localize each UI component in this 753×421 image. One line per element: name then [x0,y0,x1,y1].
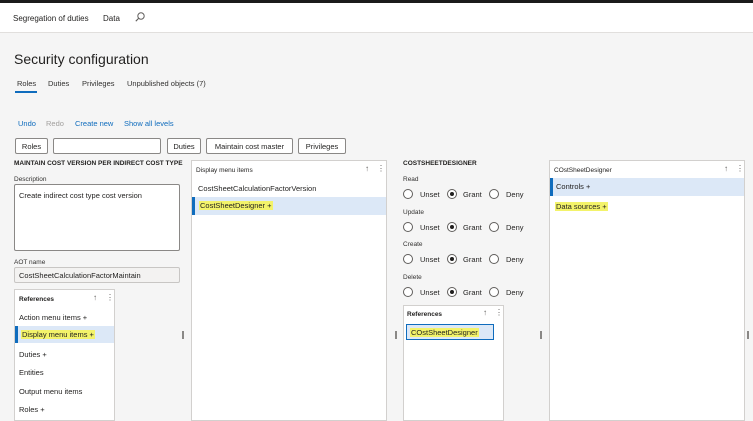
create-unset-label: Unset [420,255,440,264]
references-title: References [19,296,55,303]
more-options-icon[interactable]: ⋮ [377,164,385,173]
display-item-costsheetcalculationfactorversion[interactable]: CostSheetCalculationFactorVersion [198,184,316,193]
costsheetdesigner-panel-title: COstSheetDesigner [554,167,612,174]
redo-button[interactable]: Redo [46,119,64,128]
create-unset-radio[interactable] [403,254,413,264]
show-all-levels-button[interactable]: Show all levels [124,119,174,128]
update-unset-radio[interactable] [403,222,413,232]
sort-icon[interactable]: ↑ [365,164,369,173]
reference-item-entities[interactable]: Entities [19,368,44,377]
reference-item-roles[interactable]: Roles + [19,405,45,414]
display-menu-items-title: Display menu items [196,167,253,174]
update-deny-label: Deny [506,223,524,232]
delete-label: Delete [403,274,422,281]
tab-roles[interactable]: Roles [17,79,36,88]
read-grant-label: Grant [463,190,482,199]
privileges-button[interactable]: Privileges [298,138,346,154]
data-sources-item[interactable]: Data sources + [555,202,608,211]
access-references-panel: References ↑ ⋮ COstSheetDesigner [403,305,504,421]
delete-unset-radio[interactable] [403,287,413,297]
description-label: Description [14,176,47,183]
update-grant-radio[interactable] [447,222,457,232]
update-deny-radio[interactable] [489,222,499,232]
aot-name-field: CostSheetCalculationFactorMaintain [14,267,180,283]
more-options-icon[interactable]: ⋮ [495,308,503,317]
delete-grant-radio[interactable] [447,287,457,297]
access-heading: COSTSHEETDESIGNER [403,160,477,167]
tab-unpublished-objects[interactable]: Unpublished objects (7) [127,79,206,88]
create-new-button[interactable]: Create new [75,119,113,128]
description-field[interactable]: Create indirect cost type cost version [14,184,180,251]
more-options-icon[interactable]: ⋮ [736,164,744,173]
display-menu-items-panel: Display menu items ↑ ⋮ CostSheetCalculat… [191,160,387,421]
reference-item-duties[interactable]: Duties + [19,350,47,359]
controls-item: Controls + [556,182,591,191]
reference-item-selected-row[interactable]: Display menu items + [15,326,114,343]
maintain-cost-master-button[interactable]: Maintain cost master [206,138,293,154]
page-title: Security configuration [14,51,149,67]
aot-name-label: AOT name [14,259,46,266]
read-unset-label: Unset [420,190,440,199]
display-item-selected-row[interactable]: CostSheetDesigner + [192,197,386,215]
resize-handle-left[interactable] [182,331,184,339]
duties-button[interactable]: Duties [167,138,201,154]
access-reference-costsheetdesigner: COstSheetDesigner [410,328,479,337]
read-deny-radio[interactable] [489,189,499,199]
read-deny-label: Deny [506,190,524,199]
delete-deny-label: Deny [506,288,524,297]
sort-icon[interactable]: ↑ [93,293,97,302]
access-references-title: References [407,311,443,318]
sort-icon[interactable]: ↑ [724,164,728,173]
create-deny-label: Deny [506,255,524,264]
reference-item-action-menu-items[interactable]: Action menu items + [19,313,87,322]
delete-grant-label: Grant [463,288,482,297]
resize-handle-far-right[interactable] [747,331,749,339]
left-references-panel: References ↑ ⋮ Action menu items + Displ… [14,289,115,421]
read-grant-radio[interactable] [447,189,457,199]
resize-handle-right[interactable] [540,331,542,339]
update-unset-label: Unset [420,223,440,232]
create-deny-radio[interactable] [489,254,499,264]
create-label: Create [403,241,423,248]
aot-name-value: CostSheetCalculationFactorMaintain [19,271,141,280]
reference-item-display-menu-items: Display menu items + [21,330,95,339]
update-grant-label: Grant [463,223,482,232]
reference-item-output-menu-items[interactable]: Output menu items [19,387,82,396]
left-section-heading: MAINTAIN COST VERSION PER INDIRECT COST … [14,160,183,167]
read-label: Read [403,176,419,183]
sort-icon[interactable]: ↑ [483,308,487,317]
update-label: Update [403,209,424,216]
create-grant-radio[interactable] [447,254,457,264]
display-item-costsheetdesigner: CostSheetDesigner + [199,201,273,210]
data-link[interactable]: Data [103,14,120,23]
more-options-icon[interactable]: ⋮ [106,293,114,302]
costsheetdesigner-panel: COstSheetDesigner ↑ ⋮ Controls + Data so… [549,160,745,421]
delete-deny-radio[interactable] [489,287,499,297]
access-reference-selected-row[interactable]: COstSheetDesigner [406,324,494,340]
roles-button[interactable]: Roles [15,138,48,154]
undo-button[interactable]: Undo [18,119,36,128]
read-unset-radio[interactable] [403,189,413,199]
filter-input[interactable] [53,138,161,154]
tab-duties[interactable]: Duties [48,79,69,88]
description-value: Create indirect cost type cost version [19,191,142,200]
resize-handle-middle[interactable] [395,331,397,339]
create-grant-label: Grant [463,255,482,264]
active-tab-indicator [15,91,37,93]
delete-unset-label: Unset [420,288,440,297]
tab-privileges[interactable]: Privileges [82,79,115,88]
search-icon[interactable] [134,11,146,23]
controls-row[interactable]: Controls + [550,178,744,196]
module-name[interactable]: Segregation of duties [13,14,89,23]
